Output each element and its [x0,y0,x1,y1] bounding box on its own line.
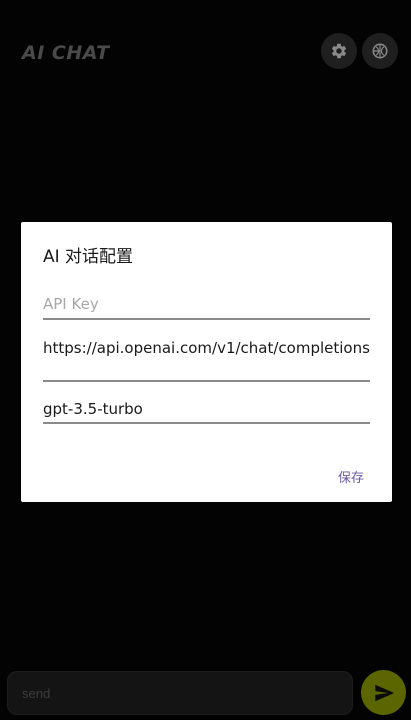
settings-button[interactable] [321,33,357,69]
app-title: AI CHAT [22,42,110,64]
send-arrow-icon [374,684,394,701]
app-screen: AI CHAT AI 对话配置 API Key https://api.open… [0,0,411,720]
dialog-title: AI 对话配置 [43,247,134,267]
config-dialog: AI 对话配置 API Key https://api.openai.com/v… [21,222,392,502]
message-input[interactable]: send [7,671,353,715]
save-button[interactable]: 保存 [338,467,364,486]
globe-icon [372,43,388,59]
send-button[interactable] [361,670,406,715]
api-url-input[interactable]: https://api.openai.com/v1/chat/completio… [43,337,370,382]
model-input[interactable]: gpt-3.5-turbo [43,398,370,424]
api-key-input[interactable]: API Key [43,293,370,320]
message-placeholder: send [22,686,51,701]
globe-button[interactable] [362,33,398,69]
gear-icon [331,43,347,59]
